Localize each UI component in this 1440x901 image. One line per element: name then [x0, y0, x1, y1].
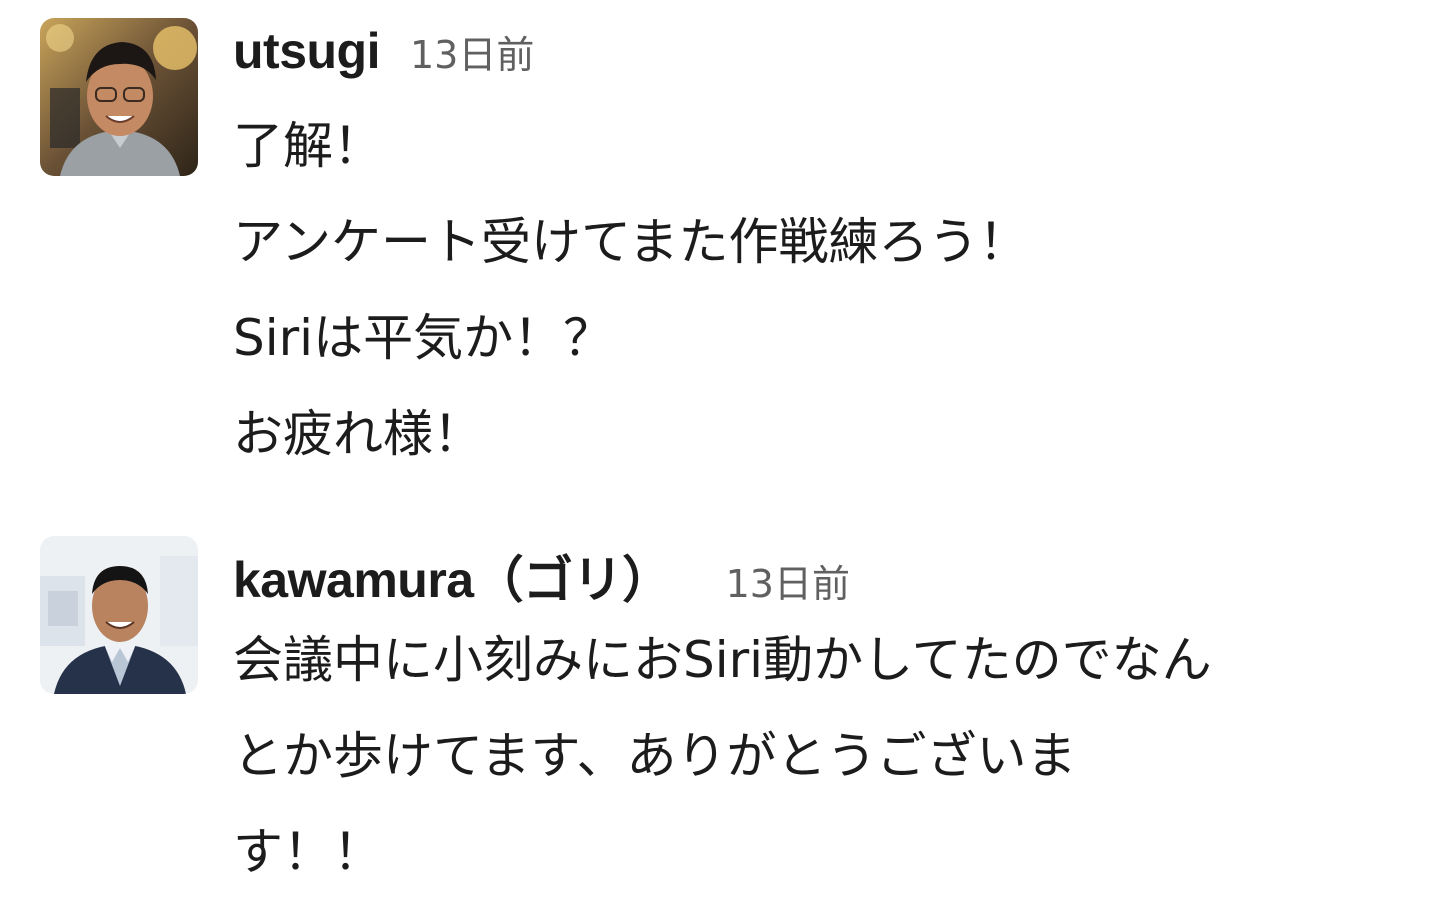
message-text-line: お疲れ様！ [233, 405, 483, 463]
user-photo-avatar-icon [40, 536, 198, 694]
timestamp[interactable]: 13日前 [410, 24, 534, 79]
message-text-line: 会議中に小刻みにおSiri動かしてたのでなん [233, 631, 1212, 689]
avatar[interactable] [40, 18, 198, 176]
message-header: kawamura（ゴリ） 13日前 [233, 540, 850, 612]
message-text-line: Siriは平気か！？ [233, 309, 614, 367]
message-text-line: とか歩けてます、ありがとうございま [233, 727, 1077, 785]
avatar[interactable] [40, 536, 198, 694]
message-text-line: す！！ [233, 823, 383, 881]
username[interactable]: kawamura（ゴリ） [233, 540, 672, 612]
username[interactable]: utsugi [233, 22, 380, 80]
message-text-line: 了解！ [233, 117, 383, 175]
message-text-line: アンケート受けてまた作戦練ろう！ [233, 213, 1029, 271]
message-header: utsugi 13日前 [233, 22, 534, 80]
user-photo-avatar-icon [40, 18, 198, 176]
timestamp[interactable]: 13日前 [726, 553, 850, 608]
